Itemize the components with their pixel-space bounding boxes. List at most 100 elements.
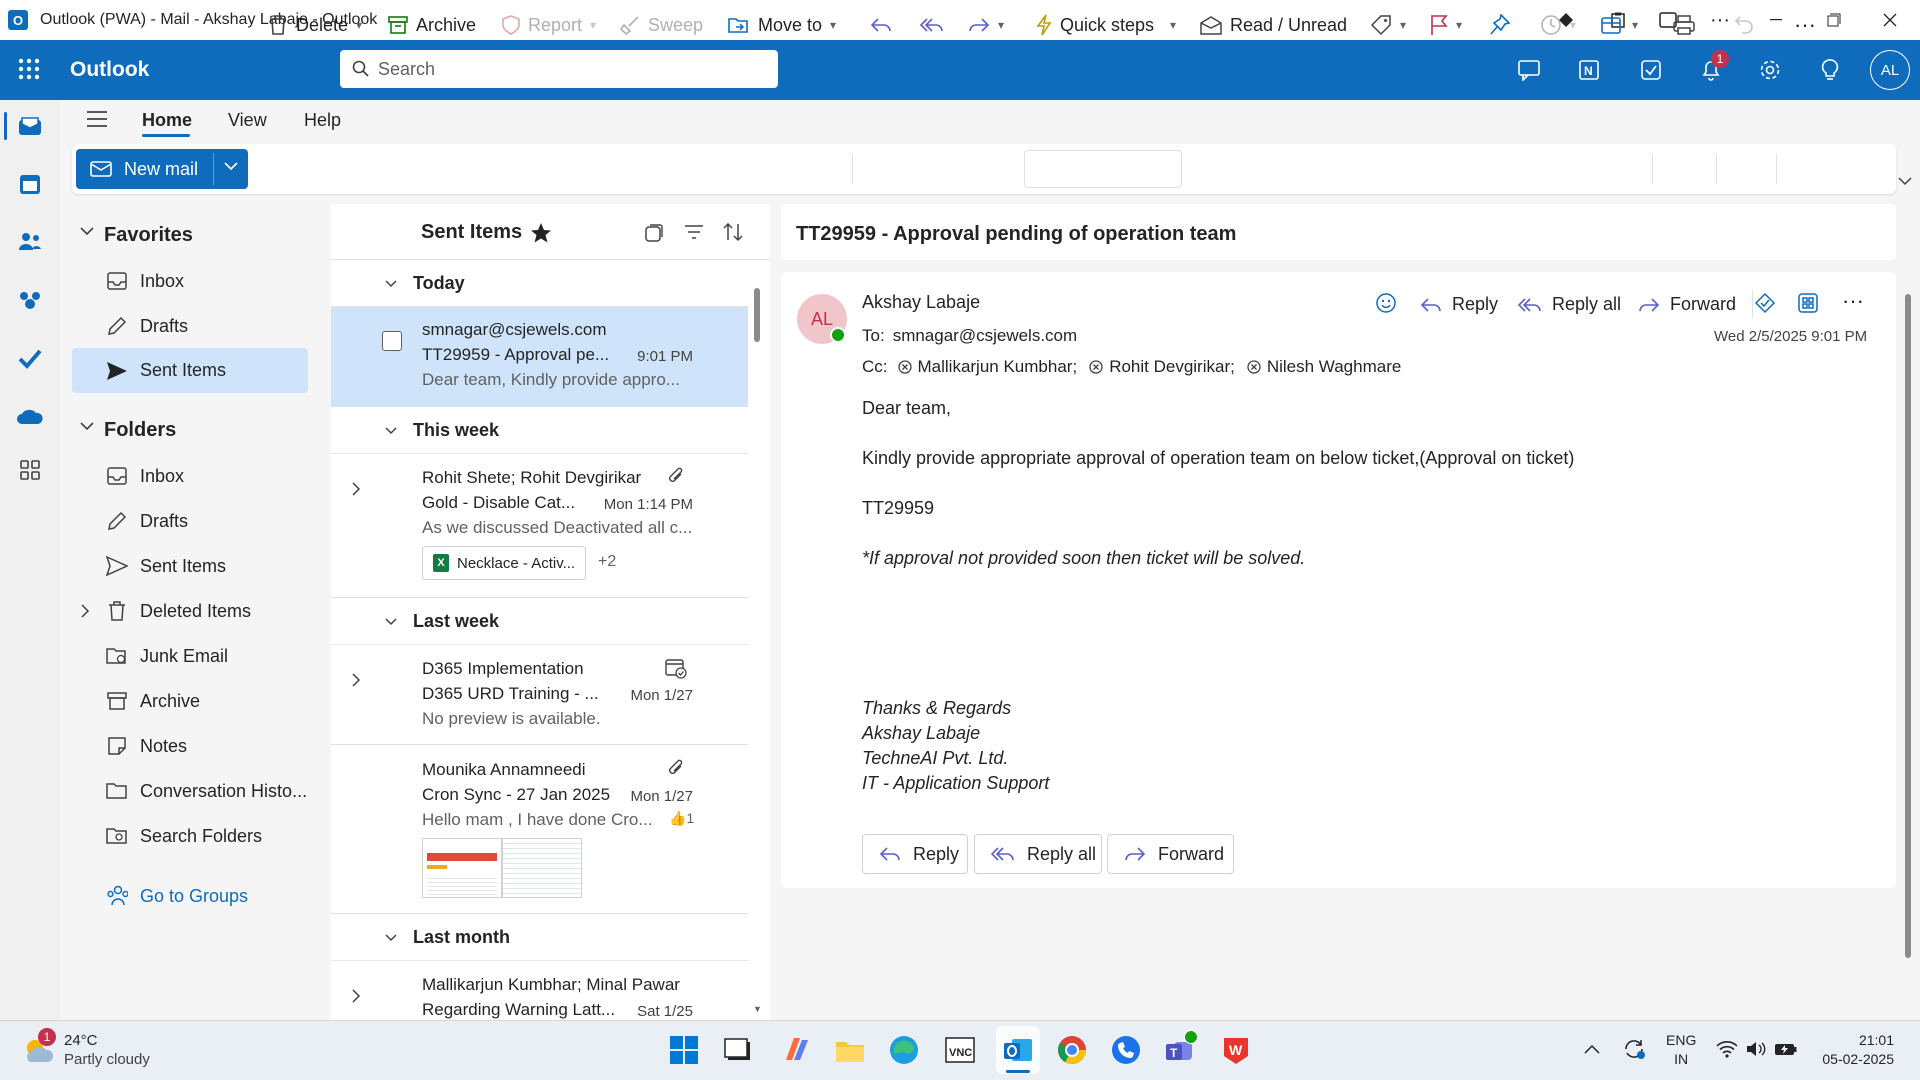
- wps-office-icon[interactable]: W: [1220, 1034, 1252, 1066]
- app-launcher-icon[interactable]: [18, 58, 40, 80]
- undo-button[interactable]: [1734, 0, 1754, 50]
- message-item[interactable]: Rohit Shete; Rohit Devgirikar Gold - Dis…: [331, 454, 748, 598]
- folder-drafts[interactable]: Drafts: [72, 499, 308, 543]
- close-button[interactable]: [1862, 0, 1918, 40]
- message-item[interactable]: Mallikarjun Kumbhar; Minal Pawar Regardi…: [331, 961, 748, 1020]
- message-item[interactable]: Mounika Annamneedi Cron Sync - 27 Jan 20…: [331, 746, 748, 914]
- weather-temp[interactable]: 24°C: [64, 1032, 98, 1049]
- move-to-button[interactable]: Move to ▾: [728, 0, 836, 50]
- hamburger-menu-icon[interactable]: [86, 110, 108, 128]
- pin-button[interactable]: [1490, 0, 1510, 50]
- chevron-right-icon[interactable]: [351, 482, 361, 496]
- forward-button[interactable]: Forward: [1107, 834, 1234, 874]
- folder-inbox[interactable]: Inbox: [72, 454, 308, 498]
- folder-conversation-history[interactable]: Conversation Histo...: [72, 769, 308, 813]
- task-view-icon[interactable]: [722, 1034, 754, 1066]
- copilot-icon[interactable]: [780, 1034, 812, 1066]
- folder-deleted-items[interactable]: Deleted Items: [72, 589, 308, 633]
- reaction-badge[interactable]: 👍1: [669, 810, 694, 827]
- windows-start-icon[interactable]: [668, 1034, 700, 1066]
- more-apps-icon[interactable]: [14, 454, 46, 486]
- reply-button[interactable]: Reply: [862, 834, 968, 874]
- message-item-selected[interactable]: smnagar@csjewels.com TT29959 - Approval …: [331, 307, 748, 407]
- reply-all-button[interactable]: Reply all: [974, 834, 1102, 874]
- todo-icon[interactable]: [1633, 52, 1669, 88]
- snooze-button[interactable]: ▾: [1540, 0, 1576, 50]
- attachment-chip[interactable]: X Necklace - Activ...: [422, 546, 586, 580]
- file-explorer-icon[interactable]: [834, 1034, 866, 1066]
- folder-search-folders[interactable]: Search Folders: [72, 814, 308, 858]
- favorite-drafts[interactable]: Drafts: [72, 304, 308, 348]
- list-scrollbar-thumb[interactable]: [754, 288, 760, 342]
- outlook-taskbar-icon[interactable]: [1002, 1034, 1034, 1066]
- folder-junk-email[interactable]: Junk Email: [72, 634, 308, 678]
- folder-archive[interactable]: Archive: [72, 679, 308, 723]
- settings-gear-icon[interactable]: [1752, 52, 1788, 88]
- cc-recipient[interactable]: Nilesh Waghmare: [1267, 357, 1401, 377]
- teams-chat-icon[interactable]: [1511, 52, 1547, 88]
- reply-header-button[interactable]: Reply: [1420, 294, 1498, 315]
- report-button[interactable]: Report ▾: [502, 0, 596, 50]
- emoji-reaction-icon[interactable]: [1375, 292, 1397, 314]
- app-name[interactable]: Outlook: [70, 58, 149, 82]
- scroll-down-arrow-icon[interactable]: ▼: [753, 1004, 762, 1014]
- reply-all-header-button[interactable]: Reply all: [1518, 294, 1621, 315]
- favorite-inbox[interactable]: Inbox: [72, 259, 308, 303]
- ribbon-expand-chevron-icon[interactable]: [1898, 176, 1912, 186]
- image-thumbnail[interactable]: [502, 838, 582, 898]
- todo-check-icon[interactable]: [14, 342, 46, 374]
- tab-help[interactable]: Help: [304, 110, 341, 131]
- message-more-options-icon[interactable]: ···: [1842, 288, 1864, 314]
- reading-scrollbar-thumb[interactable]: [1905, 294, 1911, 958]
- phone-app-icon[interactable]: [1110, 1034, 1142, 1066]
- show-hidden-icons-chevron[interactable]: [1584, 1044, 1600, 1054]
- account-avatar[interactable]: AL: [1870, 50, 1910, 90]
- language-indicator[interactable]: ENG IN: [1666, 1032, 1696, 1067]
- reply-all-ribbon-button[interactable]: [920, 0, 944, 50]
- folders-header[interactable]: Folders: [104, 419, 176, 442]
- group-header-last-week[interactable]: Last week: [331, 599, 748, 645]
- groups-icon[interactable]: [14, 284, 46, 316]
- tab-view[interactable]: View: [228, 110, 267, 131]
- people-icon[interactable]: [14, 226, 46, 258]
- filter-icon[interactable]: [684, 224, 704, 240]
- image-thumbnail[interactable]: [422, 838, 502, 898]
- search-input[interactable]: Search: [340, 50, 778, 88]
- group-header-this-week[interactable]: This week: [331, 408, 748, 454]
- new-mail-button[interactable]: New mail: [76, 149, 248, 189]
- apps-grid-icon[interactable]: [1797, 292, 1819, 314]
- vnc-viewer-icon[interactable]: VNC: [944, 1034, 976, 1066]
- categorize-button[interactable]: ▾: [1370, 0, 1406, 50]
- folder-notes[interactable]: Notes: [72, 724, 308, 768]
- chevron-down-icon[interactable]: [80, 421, 94, 431]
- forward-ribbon-button[interactable]: ▾: [968, 0, 1004, 50]
- quick-steps-button[interactable]: Quick steps ▾: [1036, 0, 1176, 50]
- mail-icon[interactable]: [14, 110, 46, 142]
- delete-button[interactable]: Delete ▾: [268, 0, 362, 50]
- tab-home[interactable]: Home: [142, 110, 192, 131]
- read-unread-button[interactable]: Read / Unread: [1200, 0, 1347, 50]
- tips-lightbulb-icon[interactable]: [1812, 52, 1848, 88]
- folder-sent-items[interactable]: Sent Items: [72, 544, 308, 588]
- print-button[interactable]: [1672, 0, 1696, 50]
- volume-icon[interactable]: [1745, 1040, 1767, 1058]
- sender-name[interactable]: Akshay Labaje: [862, 292, 980, 313]
- chevron-right-icon[interactable]: [351, 989, 361, 1003]
- flag-button[interactable]: ▾: [1430, 0, 1462, 50]
- chrome-browser-icon[interactable]: [1056, 1034, 1088, 1066]
- chevron-right-icon[interactable]: [351, 673, 361, 687]
- go-to-groups-link[interactable]: Go to Groups: [72, 874, 308, 918]
- group-header-last-month[interactable]: Last month: [331, 915, 748, 961]
- archive-button[interactable]: Archive: [388, 0, 476, 50]
- message-item[interactable]: D365 Implementation D365 URD Training - …: [331, 645, 748, 745]
- weather-desc[interactable]: Partly cloudy: [64, 1051, 150, 1068]
- chevron-down-icon[interactable]: [80, 226, 94, 236]
- reply-ribbon-button[interactable]: [870, 0, 892, 50]
- cc-recipient[interactable]: Mallikarjun Kumbhar;: [918, 357, 1078, 377]
- onenote-icon[interactable]: N: [1571, 52, 1607, 88]
- sweep-button[interactable]: Sweep: [620, 0, 703, 50]
- favorite-sent-items[interactable]: Sent Items: [72, 348, 308, 393]
- select-mode-icon[interactable]: [644, 223, 664, 243]
- group-header-today[interactable]: Today: [331, 261, 748, 307]
- sync-icon[interactable]: [1622, 1038, 1646, 1060]
